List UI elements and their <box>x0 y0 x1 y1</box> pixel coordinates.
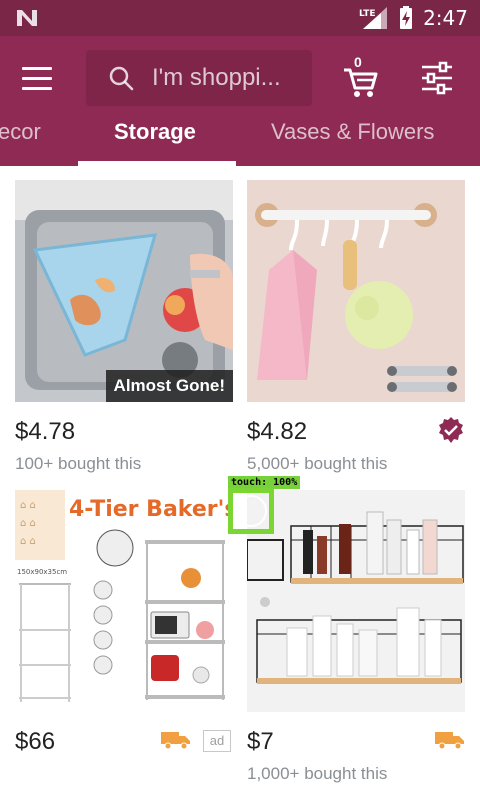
filter-icon[interactable] <box>420 60 454 96</box>
status-time: 2:47 <box>423 6 468 30</box>
verified-icon <box>439 417 463 443</box>
toolbar: I'm shoppi... 0 <box>0 36 480 122</box>
svg-text:⌂ ⌂: ⌂ ⌂ <box>20 500 36 511</box>
svg-text:4-Tier Baker's Rack: 4-Tier Baker's Rack <box>69 497 233 522</box>
product-price: $66 <box>15 728 56 755</box>
product-card[interactable]: $4.82 5,000+ bought this <box>247 180 465 476</box>
tab-decor[interactable]: ecor <box>0 121 41 166</box>
search-input[interactable]: I'm shoppi... <box>86 50 312 106</box>
shipping-truck-icon <box>435 732 464 750</box>
svg-text:LTE: LTE <box>359 9 376 19</box>
app-header: I'm shoppi... 0 ecor Storage Vases & Flo… <box>0 36 480 166</box>
signal-lte-icon: LTE <box>359 7 388 29</box>
cart-count: 0 <box>354 54 362 70</box>
bought-count: 100+ bought this <box>15 454 142 473</box>
menu-icon[interactable] <box>22 58 62 98</box>
svg-text:⌂ ⌂: ⌂ ⌂ <box>20 536 36 547</box>
svg-text:150x90x35cm: 150x90x35cm <box>17 568 67 576</box>
product-card[interactable]: $7 1,000+ bought this <box>247 490 465 786</box>
product-card[interactable]: Almost Gone! $4.78 100+ bought this <box>15 180 233 476</box>
touch-circle-icon <box>235 495 267 527</box>
product-image[interactable] <box>247 180 465 402</box>
search-placeholder: I'm shoppi... <box>152 64 281 91</box>
shipping-truck-icon <box>161 732 190 750</box>
product-price: $4.82 <box>247 418 308 445</box>
svg-text:⌂ ⌂: ⌂ ⌂ <box>20 518 36 529</box>
product-image[interactable]: Almost Gone! <box>15 180 233 402</box>
category-tabs: ecor Storage Vases & Flowers <box>0 121 480 166</box>
product-card[interactable]: ⌂ ⌂ ⌂ ⌂ ⌂ ⌂ 4-Tier Baker's Rack 150x90x3… <box>15 490 233 786</box>
battery-charging-icon <box>400 6 413 29</box>
product-image[interactable]: ⌂ ⌂ ⌂ ⌂ ⌂ ⌂ 4-Tier Baker's Rack 150x90x3… <box>15 490 233 712</box>
status-bar: LTE 2:47 <box>0 0 480 36</box>
android-n-icon <box>17 10 37 26</box>
search-icon <box>109 66 134 91</box>
touch-indicator <box>228 488 274 534</box>
cart-button[interactable]: 0 <box>340 54 380 100</box>
product-image[interactable] <box>247 490 465 712</box>
tab-storage[interactable]: Storage <box>114 121 196 166</box>
bought-count: 1,000+ bought this <box>247 764 388 783</box>
bought-count: 5,000+ bought this <box>247 454 388 473</box>
ad-badge: ad <box>203 730 231 752</box>
almost-gone-badge: Almost Gone! <box>105 370 233 402</box>
product-price: $4.78 <box>15 418 76 445</box>
product-price: $7 <box>247 728 274 755</box>
tab-vases-flowers[interactable]: Vases & Flowers <box>271 121 434 166</box>
